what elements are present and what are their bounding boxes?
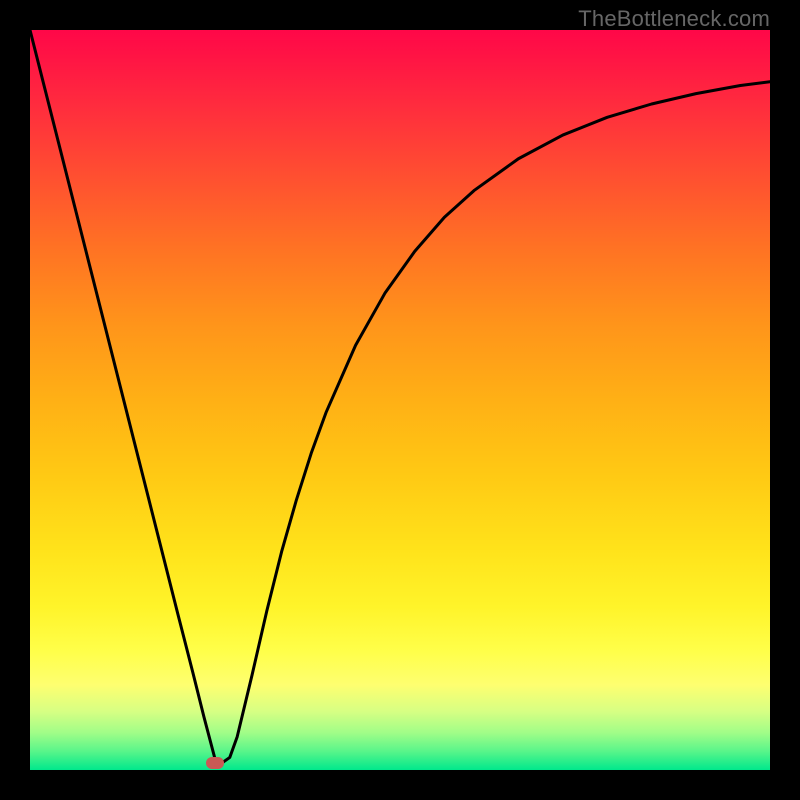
bottleneck-curve bbox=[30, 30, 770, 770]
watermark-text: TheBottleneck.com bbox=[578, 6, 770, 32]
chart-container: TheBottleneck.com bbox=[0, 0, 800, 800]
plot-area bbox=[30, 30, 770, 770]
optimal-point-marker bbox=[206, 757, 224, 769]
